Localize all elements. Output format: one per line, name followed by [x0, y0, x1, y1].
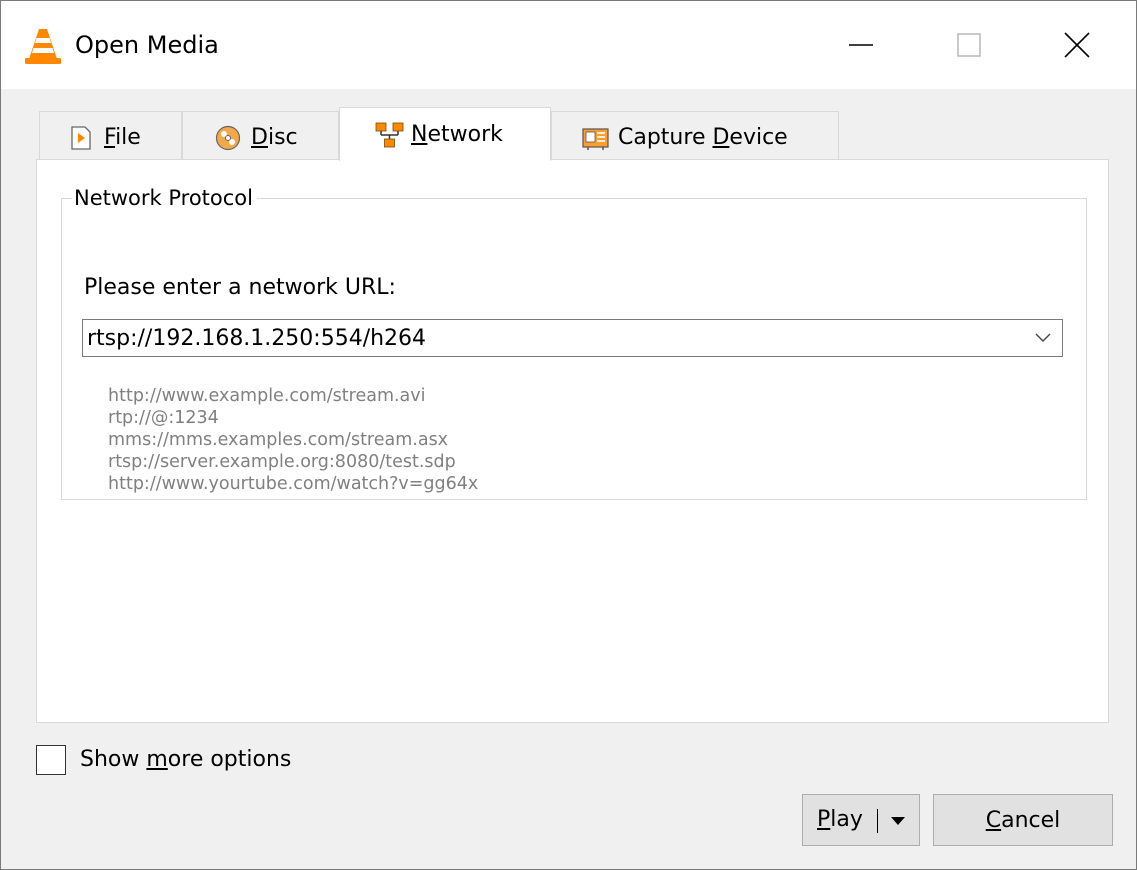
url-combobox[interactable] — [82, 319, 1063, 357]
network-icon — [375, 122, 404, 148]
tab-file-label: File — [104, 125, 141, 150]
disc-icon — [215, 125, 241, 151]
url-example: mms://mms.examples.com/stream.asx — [108, 430, 449, 450]
cancel-button-label: Cancel — [985, 807, 1061, 833]
url-examples: http://www.example.com/stream.avi rtp://… — [108, 385, 478, 495]
url-example: http://www.yourtube.com/watch?v=gg64x — [108, 474, 479, 494]
tab-disc[interactable]: Disc — [182, 111, 339, 163]
tab-capture-device[interactable]: Capture Device — [551, 111, 839, 163]
play-dropdown-arrow-icon[interactable] — [881, 807, 915, 835]
minimize-icon — [849, 44, 873, 46]
close-button[interactable] — [1023, 1, 1131, 89]
play-button[interactable]: Play — [802, 794, 920, 846]
minimize-button[interactable] — [807, 1, 915, 89]
url-input[interactable] — [85, 322, 1015, 354]
play-button-label: Play — [817, 807, 863, 832]
close-icon — [1064, 32, 1090, 58]
show-more-options-checkbox[interactable] — [36, 745, 66, 775]
play-split-divider — [877, 809, 878, 833]
capture-card-icon — [582, 125, 609, 151]
open-media-dialog: Open Media File Disc Network Capture Dev… — [0, 0, 1137, 870]
url-example: rtsp://server.example.org:8080/test.sdp — [108, 452, 456, 472]
tab-capture-device-label: Capture Device — [618, 125, 788, 150]
group-title: Network Protocol — [72, 183, 257, 213]
vlc-cone-icon — [21, 25, 65, 69]
show-more-options-label[interactable]: Show more options — [80, 744, 291, 776]
maximize-button[interactable] — [915, 1, 1023, 89]
url-label: Please enter a network URL: — [84, 275, 396, 300]
tab-network-label: Network — [411, 122, 503, 147]
window-title: Open Media — [75, 31, 219, 59]
tab-network[interactable]: Network — [339, 107, 551, 161]
network-protocol-group: Network Protocol Please enter a network … — [61, 183, 1087, 500]
url-example: http://www.example.com/stream.avi — [108, 386, 426, 406]
tab-file[interactable]: File — [39, 111, 182, 163]
chevron-down-icon[interactable] — [1028, 324, 1058, 352]
url-example: rtp://@:1234 — [108, 408, 219, 428]
maximize-icon — [957, 33, 981, 57]
title-bar[interactable]: Open Media — [1, 1, 1136, 89]
tab-disc-label: Disc — [251, 125, 298, 150]
file-play-icon — [68, 125, 94, 151]
network-tab-pane: Network Protocol Please enter a network … — [36, 159, 1109, 723]
cancel-button[interactable]: Cancel — [933, 794, 1113, 846]
